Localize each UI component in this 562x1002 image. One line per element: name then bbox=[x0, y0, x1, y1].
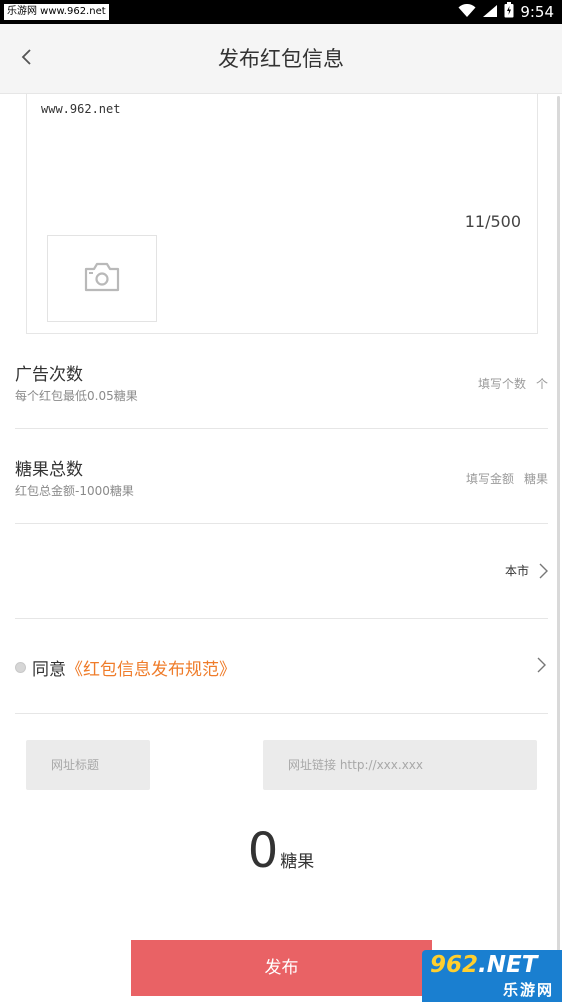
url-link-input[interactable]: 网址链接 http://xxx.xxx bbox=[263, 740, 537, 790]
candy-total-subtitle: 红包总金额-1000糖果 bbox=[15, 484, 134, 498]
url-title-input[interactable]: 网址标题 bbox=[26, 740, 150, 790]
candy-total-unit: 糖果 bbox=[523, 472, 548, 486]
candy-total-title: 糖果总数 bbox=[15, 460, 83, 480]
content-editor[interactable]: www.962.net 11/500 bbox=[26, 94, 538, 334]
chevron-right-icon bbox=[539, 563, 548, 579]
publish-button[interactable]: 发布 bbox=[131, 940, 432, 996]
add-photo-button[interactable] bbox=[47, 235, 157, 322]
agree-radio[interactable] bbox=[15, 662, 26, 673]
scrollbar[interactable] bbox=[557, 96, 560, 956]
region-value: 本市 bbox=[504, 564, 529, 578]
wifi-icon bbox=[458, 3, 476, 22]
agreement-text: 同意《红包信息发布规范》 bbox=[32, 655, 236, 680]
total-value: 0 bbox=[247, 823, 279, 879]
status-time: 9:54 bbox=[520, 3, 554, 21]
total-unit: 糖果 bbox=[280, 852, 315, 872]
ad-count-subtitle: 每个红包最低0.05糖果 bbox=[15, 389, 138, 403]
ad-count-input[interactable]: 填写个数 bbox=[478, 377, 526, 391]
signal-icon bbox=[482, 3, 498, 22]
status-icons: 9:54 bbox=[458, 0, 554, 24]
camera-icon bbox=[83, 262, 121, 296]
watermark-logo-text: 962.NET bbox=[430, 952, 538, 978]
ad-count-unit: 个 bbox=[535, 377, 548, 391]
region-row[interactable]: 本市 bbox=[15, 524, 548, 619]
status-bar: 乐游网 www.962.net 9:54 bbox=[0, 0, 562, 24]
character-count: 11/500 bbox=[464, 212, 521, 231]
status-watermark: 乐游网 www.962.net bbox=[4, 4, 109, 20]
header: 发布红包信息 bbox=[0, 24, 562, 94]
agreement-link[interactable]: 《红包信息发布规范》 bbox=[66, 660, 236, 680]
total-candy: 0 糖果 bbox=[0, 822, 562, 880]
candy-total-row[interactable]: 糖果总数 红包总金额-1000糖果 填写金额 糖果 bbox=[15, 429, 548, 524]
watermark-logo-sub: 乐游网 bbox=[502, 981, 554, 999]
candy-total-input[interactable]: 填写金额 bbox=[466, 472, 514, 486]
candy-total-field[interactable]: 填写金额 糖果 bbox=[466, 470, 548, 487]
chevron-right-icon bbox=[537, 657, 546, 677]
region-selector[interactable]: 本市 bbox=[505, 562, 548, 579]
watermark-logo: 962.NET 乐游网 bbox=[422, 950, 562, 1002]
ad-count-row[interactable]: 广告次数 每个红包最低0.05糖果 填写个数个 bbox=[15, 334, 548, 429]
ad-count-field[interactable]: 填写个数个 bbox=[478, 375, 548, 392]
battery-icon bbox=[504, 2, 514, 22]
editor-text[interactable]: www.962.net bbox=[41, 102, 120, 116]
ad-count-title: 广告次数 bbox=[15, 365, 83, 385]
agreement-row[interactable]: 同意《红包信息发布规范》 bbox=[15, 619, 548, 714]
agreement-prefix: 同意 bbox=[32, 660, 66, 680]
page-title: 发布红包信息 bbox=[218, 47, 344, 71]
